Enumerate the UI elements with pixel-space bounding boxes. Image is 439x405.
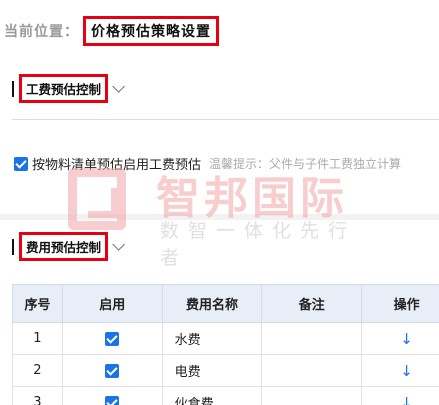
col-header-note: 备注 (261, 284, 363, 323)
cell-enabled (61, 386, 163, 405)
arrow-down-icon[interactable]: ↓ (400, 362, 413, 380)
cell-enabled (61, 354, 163, 387)
cell-note[interactable] (261, 354, 363, 387)
breadcrumb: 当前位置： 价格预估策略设置 (4, 16, 219, 46)
cell-name: 水费 (161, 322, 263, 355)
section-separator (0, 214, 439, 220)
watermark-logo-icon (68, 168, 140, 234)
cell-seq: 1 (12, 322, 63, 355)
row-enable-checkbox[interactable] (105, 395, 120, 405)
divider (12, 119, 439, 120)
chevron-down-icon[interactable] (112, 238, 126, 251)
section-expense-header[interactable]: 费用预估控制 (12, 232, 126, 261)
section-labor-header[interactable]: 工费预估控制 (12, 74, 126, 103)
cell-op: ↓ (361, 386, 439, 405)
labor-estimate-checkbox[interactable] (14, 156, 28, 171)
section-labor-title: 工费预估控制 (19, 74, 109, 103)
row-enable-checkbox[interactable] (105, 331, 120, 346)
cell-name: 电费 (161, 354, 263, 387)
labor-estimate-hint: 温馨提示：父件与子件工费独立计算 (209, 157, 402, 171)
cell-name: 伙食费 (161, 386, 263, 405)
expense-table: 序号 启用 费用名称 备注 操作 1 水费 ↓ 2 电费 ↓ 3 伙食费 ↓ (12, 284, 439, 405)
table-row: 1 水费 ↓ (12, 322, 439, 355)
arrow-down-icon[interactable]: ↓ (400, 330, 413, 348)
table-row: 2 电费 ↓ (12, 354, 439, 387)
col-header-enabled: 启用 (61, 284, 163, 323)
col-header-seq: 序号 (12, 284, 63, 323)
cell-enabled (61, 322, 163, 355)
cell-note[interactable] (261, 386, 363, 405)
cell-op: ↓ (361, 322, 439, 355)
table-row: 3 伙食费 ↓ (12, 386, 439, 405)
section-expense-title: 费用预估控制 (19, 232, 109, 261)
cell-seq: 3 (12, 386, 63, 405)
labor-estimate-label: 按物料清单预估启用工费预估 (32, 158, 202, 173)
watermark-subtitle: 数智一体化先行者 (160, 220, 357, 269)
row-enable-checkbox[interactable] (105, 363, 120, 378)
cell-note[interactable] (261, 322, 363, 355)
chevron-down-icon[interactable] (112, 80, 126, 93)
cell-seq: 2 (12, 354, 63, 387)
table-header-row: 序号 启用 费用名称 备注 操作 (12, 284, 439, 323)
section-marker (12, 80, 14, 97)
page-title: 价格预估策略设置 (83, 16, 219, 46)
col-header-name: 费用名称 (161, 284, 263, 323)
col-header-op: 操作 (361, 284, 439, 323)
labor-estimate-option[interactable]: 按物料清单预估启用工费预估 温馨提示：父件与子件工费独立计算 (14, 154, 401, 173)
cell-op: ↓ (361, 354, 439, 387)
section-marker (12, 238, 14, 255)
arrow-down-icon[interactable]: ↓ (400, 394, 413, 405)
breadcrumb-prefix: 当前位置： (4, 24, 79, 40)
